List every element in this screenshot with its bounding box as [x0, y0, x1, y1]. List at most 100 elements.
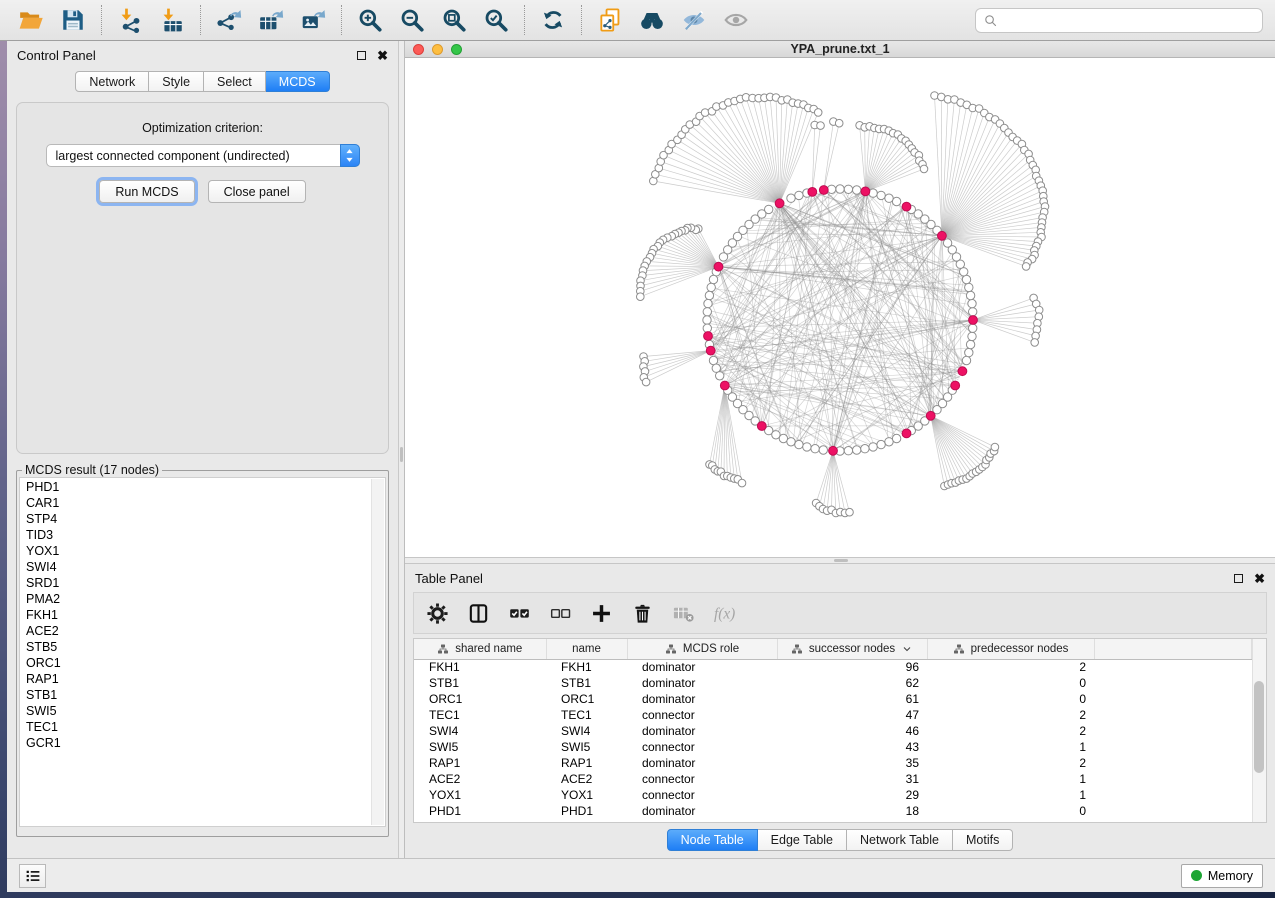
cell-MCDS-role[interactable]: connector	[627, 787, 777, 803]
cell-predecessor-nodes[interactable]: 2	[927, 723, 1094, 739]
zoom-fit-button[interactable]	[433, 3, 475, 37]
network-from-selection-button[interactable]	[589, 3, 631, 37]
window-close-traffic-light[interactable]	[413, 44, 424, 55]
hide-selected-button[interactable]	[673, 3, 715, 37]
cell-MCDS-role[interactable]: dominator	[627, 675, 777, 691]
tab-mcds[interactable]: MCDS	[266, 71, 330, 92]
table-scrollbar-thumb[interactable]	[1254, 681, 1264, 773]
cell-successor-nodes[interactable]: 29	[777, 787, 927, 803]
cell-successor-nodes[interactable]: 18	[777, 803, 927, 819]
column-header-name[interactable]: name	[546, 639, 627, 659]
cell-MCDS-role[interactable]: connector	[627, 771, 777, 787]
float-table-panel-icon[interactable]	[1234, 574, 1243, 583]
cell-MCDS-role[interactable]: dominator	[627, 659, 777, 675]
table-row[interactable]: FKH1FKH1dominator962	[414, 659, 1252, 675]
mcds-result-item[interactable]: STB1	[26, 687, 385, 703]
mcds-result-item[interactable]: SWI4	[26, 559, 385, 575]
cell-predecessor-nodes[interactable]: 0	[927, 803, 1094, 819]
cell-successor-nodes[interactable]: 46	[777, 723, 927, 739]
cell-name[interactable]: STB1	[546, 675, 627, 691]
cell-predecessor-nodes[interactable]: 1	[927, 787, 1094, 803]
column-header-shared-name[interactable]: shared name	[414, 639, 546, 659]
cell-shared-name[interactable]: TEC1	[414, 707, 546, 723]
network-canvas[interactable]	[405, 58, 1275, 557]
deselect-all-rows-button[interactable]	[547, 600, 573, 626]
cell-name[interactable]: SWI5	[546, 739, 627, 755]
mcds-result-item[interactable]: GCR1	[26, 735, 385, 751]
cell-shared-name[interactable]: ORC1	[414, 691, 546, 707]
mcds-result-item[interactable]: SRD1	[26, 575, 385, 591]
table-row[interactable]: YOX1YOX1connector291	[414, 787, 1252, 803]
cell-successor-nodes[interactable]: 96	[777, 659, 927, 675]
select-all-rows-button[interactable]	[506, 600, 532, 626]
table-scrollbar[interactable]	[1252, 639, 1266, 822]
column-header-predecessor-nodes[interactable]: predecessor nodes	[927, 639, 1094, 659]
export-network-button[interactable]	[208, 3, 250, 37]
table-row[interactable]: SWI4SWI4dominator462	[414, 723, 1252, 739]
memory-button[interactable]: Memory	[1181, 864, 1263, 888]
run-mcds-button[interactable]: Run MCDS	[99, 180, 194, 203]
mcds-result-item[interactable]: TEC1	[26, 719, 385, 735]
cell-name[interactable]: TEC1	[546, 707, 627, 723]
create-new-column-button[interactable]	[588, 600, 614, 626]
table-row[interactable]: ORC1ORC1dominator610	[414, 691, 1252, 707]
mcds-result-item[interactable]: PHD1	[26, 479, 385, 495]
cell-shared-name[interactable]: RAP1	[414, 755, 546, 771]
tab-style[interactable]: Style	[149, 71, 204, 92]
cell-MCDS-role[interactable]: connector	[627, 739, 777, 755]
vertical-splitter-handle[interactable]	[400, 447, 403, 462]
cell-predecessor-nodes[interactable]: 2	[927, 707, 1094, 723]
tab-select[interactable]: Select	[204, 71, 266, 92]
mcds-result-item[interactable]: FKH1	[26, 607, 385, 623]
tab-node-table[interactable]: Node Table	[667, 829, 758, 851]
table-row[interactable]: RAP1RAP1dominator352	[414, 755, 1252, 771]
table-row[interactable]: STB1STB1dominator620	[414, 675, 1252, 691]
export-table-button[interactable]	[250, 3, 292, 37]
cell-successor-nodes[interactable]: 61	[777, 691, 927, 707]
column-header-successor-nodes[interactable]: successor nodes	[777, 639, 927, 659]
table-row[interactable]: ACE2ACE2connector311	[414, 771, 1252, 787]
first-neighbors-button[interactable]	[631, 3, 673, 37]
cell-predecessor-nodes[interactable]: 2	[927, 659, 1094, 675]
zoom-in-button[interactable]	[349, 3, 391, 37]
table-row[interactable]: TEC1TEC1connector472	[414, 707, 1252, 723]
import-network-button[interactable]	[109, 3, 151, 37]
zoom-out-button[interactable]	[391, 3, 433, 37]
cell-predecessor-nodes[interactable]: 1	[927, 771, 1094, 787]
window-zoom-traffic-light[interactable]	[451, 44, 462, 55]
export-image-button[interactable]	[292, 3, 334, 37]
cell-MCDS-role[interactable]: dominator	[627, 755, 777, 771]
close-panel-icon[interactable]: ✖	[377, 49, 388, 62]
toggle-column-browser-button[interactable]	[465, 600, 491, 626]
cell-successor-nodes[interactable]: 62	[777, 675, 927, 691]
cell-predecessor-nodes[interactable]: 1	[927, 739, 1094, 755]
cell-name[interactable]: ACE2	[546, 771, 627, 787]
search-input[interactable]	[1003, 13, 1255, 27]
horizontal-splitter-handle[interactable]	[834, 559, 848, 562]
refresh-view-button[interactable]	[532, 3, 574, 37]
table-row[interactable]: SWI5SWI5connector431	[414, 739, 1252, 755]
cell-name[interactable]: FKH1	[546, 659, 627, 675]
horizontal-splitter[interactable]	[405, 557, 1275, 564]
table-row[interactable]: PHD1PHD1dominator180	[414, 803, 1252, 819]
window-minimize-traffic-light[interactable]	[432, 44, 443, 55]
import-table-button[interactable]	[151, 3, 193, 37]
cell-MCDS-role[interactable]: connector	[627, 707, 777, 723]
mcds-result-item[interactable]: YOX1	[26, 543, 385, 559]
mcds-result-item[interactable]: PMA2	[26, 591, 385, 607]
save-session-button[interactable]	[52, 3, 94, 37]
tab-network[interactable]: Network	[75, 71, 149, 92]
mcds-result-scrollbar[interactable]	[371, 479, 384, 825]
cell-name[interactable]: SWI4	[546, 723, 627, 739]
optimization-select[interactable]: largest connected component (undirected)	[46, 144, 360, 167]
vertical-splitter[interactable]	[398, 41, 405, 858]
cell-name[interactable]: ORC1	[546, 691, 627, 707]
table-settings-button[interactable]	[424, 600, 450, 626]
cell-shared-name[interactable]: SWI4	[414, 723, 546, 739]
task-history-button[interactable]	[19, 864, 46, 888]
close-table-panel-icon[interactable]: ✖	[1254, 572, 1265, 585]
cell-shared-name[interactable]: ACE2	[414, 771, 546, 787]
delete-column-button[interactable]	[629, 600, 655, 626]
tab-motifs[interactable]: Motifs	[953, 829, 1013, 851]
mcds-result-item[interactable]: CAR1	[26, 495, 385, 511]
